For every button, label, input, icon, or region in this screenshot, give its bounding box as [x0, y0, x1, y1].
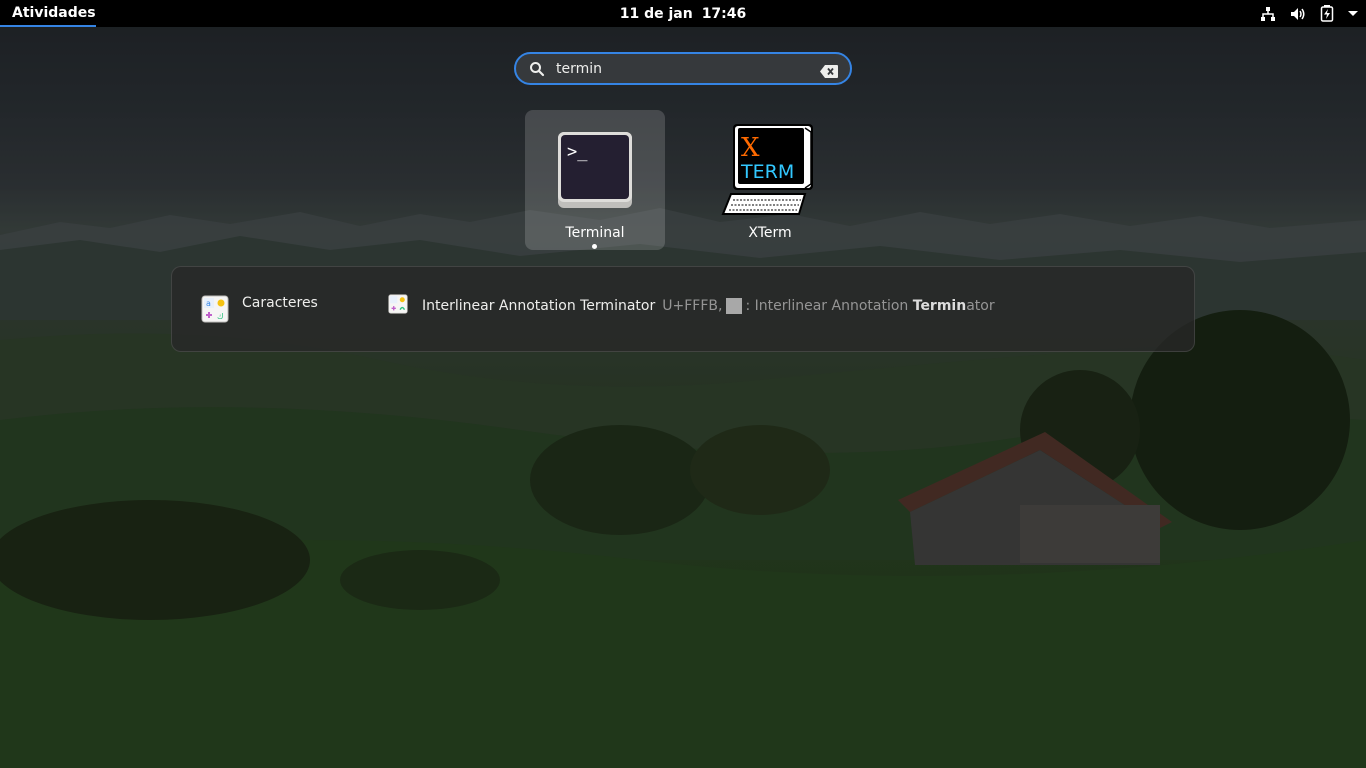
svg-text:a: a	[206, 299, 211, 308]
terminal-icon: >_	[556, 130, 634, 208]
desc-text: : Interlinear Annotation	[745, 298, 913, 314]
clear-text-icon[interactable]	[820, 63, 838, 82]
codepoint-label: U+FFFB,	[662, 298, 723, 314]
character-preview-glyph	[726, 298, 743, 314]
svg-text:ك: ك	[217, 312, 224, 321]
provider-name[interactable]: Caracteres	[242, 295, 318, 311]
search-input[interactable]	[556, 58, 816, 80]
desc-match: Termin	[912, 298, 967, 314]
app-result-xterm[interactable]: X TERM XTerm	[700, 110, 840, 250]
character-result-icon	[388, 294, 408, 318]
app-label-terminal: Terminal	[565, 225, 625, 241]
character-result-title: Interlinear Annotation Terminator	[422, 298, 656, 314]
desc-rest: ator	[966, 298, 995, 314]
character-result-description: U+FFFB, : Interlinear Annotation Termin a…	[662, 298, 995, 314]
app-label-xterm: XTerm	[748, 225, 792, 241]
running-indicator	[592, 244, 597, 249]
time-label: 17:46	[701, 5, 747, 22]
date-label: 11 de jan	[619, 5, 693, 22]
clock-button[interactable]: 11 de jan 17:46	[0, 0, 1366, 27]
characters-app-icon[interactable]: a ك	[201, 295, 229, 327]
search-box[interactable]	[514, 52, 852, 85]
system-menu-chevron-icon[interactable]	[1348, 10, 1358, 18]
character-result[interactable]: Interlinear Annotation Terminator U+FFFB…	[388, 294, 995, 318]
top-bar: Atividades 11 de jan 17:46	[0, 0, 1366, 27]
volume-icon[interactable]	[1290, 6, 1306, 22]
system-tray[interactable]	[1260, 0, 1358, 27]
app-result-terminal[interactable]: >_ Terminal	[525, 110, 665, 250]
xterm-term-glyph: TERM	[740, 161, 794, 183]
terminal-prompt-glyph: >_	[567, 142, 588, 162]
search-provider-characters: a ك Caracteres Interlinear Annotation Te…	[171, 266, 1195, 352]
xterm-x-glyph: X	[741, 133, 760, 163]
battery-charging-icon[interactable]	[1320, 5, 1334, 22]
activities-button[interactable]: Atividades	[0, 0, 96, 27]
network-wired-icon[interactable]	[1260, 6, 1276, 22]
search-icon	[529, 61, 545, 81]
xterm-icon: X TERM	[721, 122, 819, 218]
overview-dim	[0, 0, 1366, 768]
